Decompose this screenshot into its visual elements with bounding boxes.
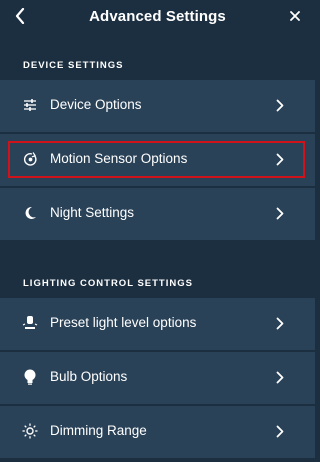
page-title: Advanced Settings — [89, 8, 226, 25]
row-label: Preset light level options — [50, 315, 197, 330]
section-header-device-settings: DEVICE SETTINGS — [23, 60, 124, 71]
chevron-right-icon — [275, 97, 285, 113]
chevron-right-icon — [275, 369, 285, 385]
row-night-settings[interactable]: Night Settings — [0, 188, 315, 241]
row-label: Night Settings — [50, 205, 135, 220]
chevron-right-icon — [275, 315, 285, 331]
chevron-right-icon — [275, 151, 285, 167]
moon-icon — [21, 204, 39, 222]
row-label: Dimming Range — [50, 423, 147, 438]
motion-sensor-icon — [21, 150, 39, 168]
brightness-icon — [21, 422, 39, 440]
row-label: Bulb Options — [50, 369, 128, 384]
bulb-icon — [21, 368, 39, 386]
light-level-icon — [21, 314, 39, 332]
chevron-right-icon — [275, 205, 285, 221]
header-bar: Advanced Settings — [0, 0, 315, 33]
row-dimming-range[interactable]: Dimming Range — [0, 406, 315, 459]
row-preset-light-level[interactable]: Preset light level options — [0, 298, 315, 351]
row-bulb-options[interactable]: Bulb Options — [0, 352, 315, 405]
close-icon — [290, 11, 300, 21]
row-device-options[interactable]: Device Options — [0, 80, 315, 133]
row-motion-sensor-options[interactable]: Motion Sensor Options — [0, 134, 315, 187]
chevron-right-icon — [275, 423, 285, 439]
row-label: Motion Sensor Options — [50, 151, 188, 166]
close-button[interactable] — [287, 8, 303, 24]
row-label: Device Options — [50, 97, 142, 112]
sliders-icon — [21, 96, 39, 114]
section-header-lighting-control: LIGHTING CONTROL SETTINGS — [23, 278, 193, 289]
